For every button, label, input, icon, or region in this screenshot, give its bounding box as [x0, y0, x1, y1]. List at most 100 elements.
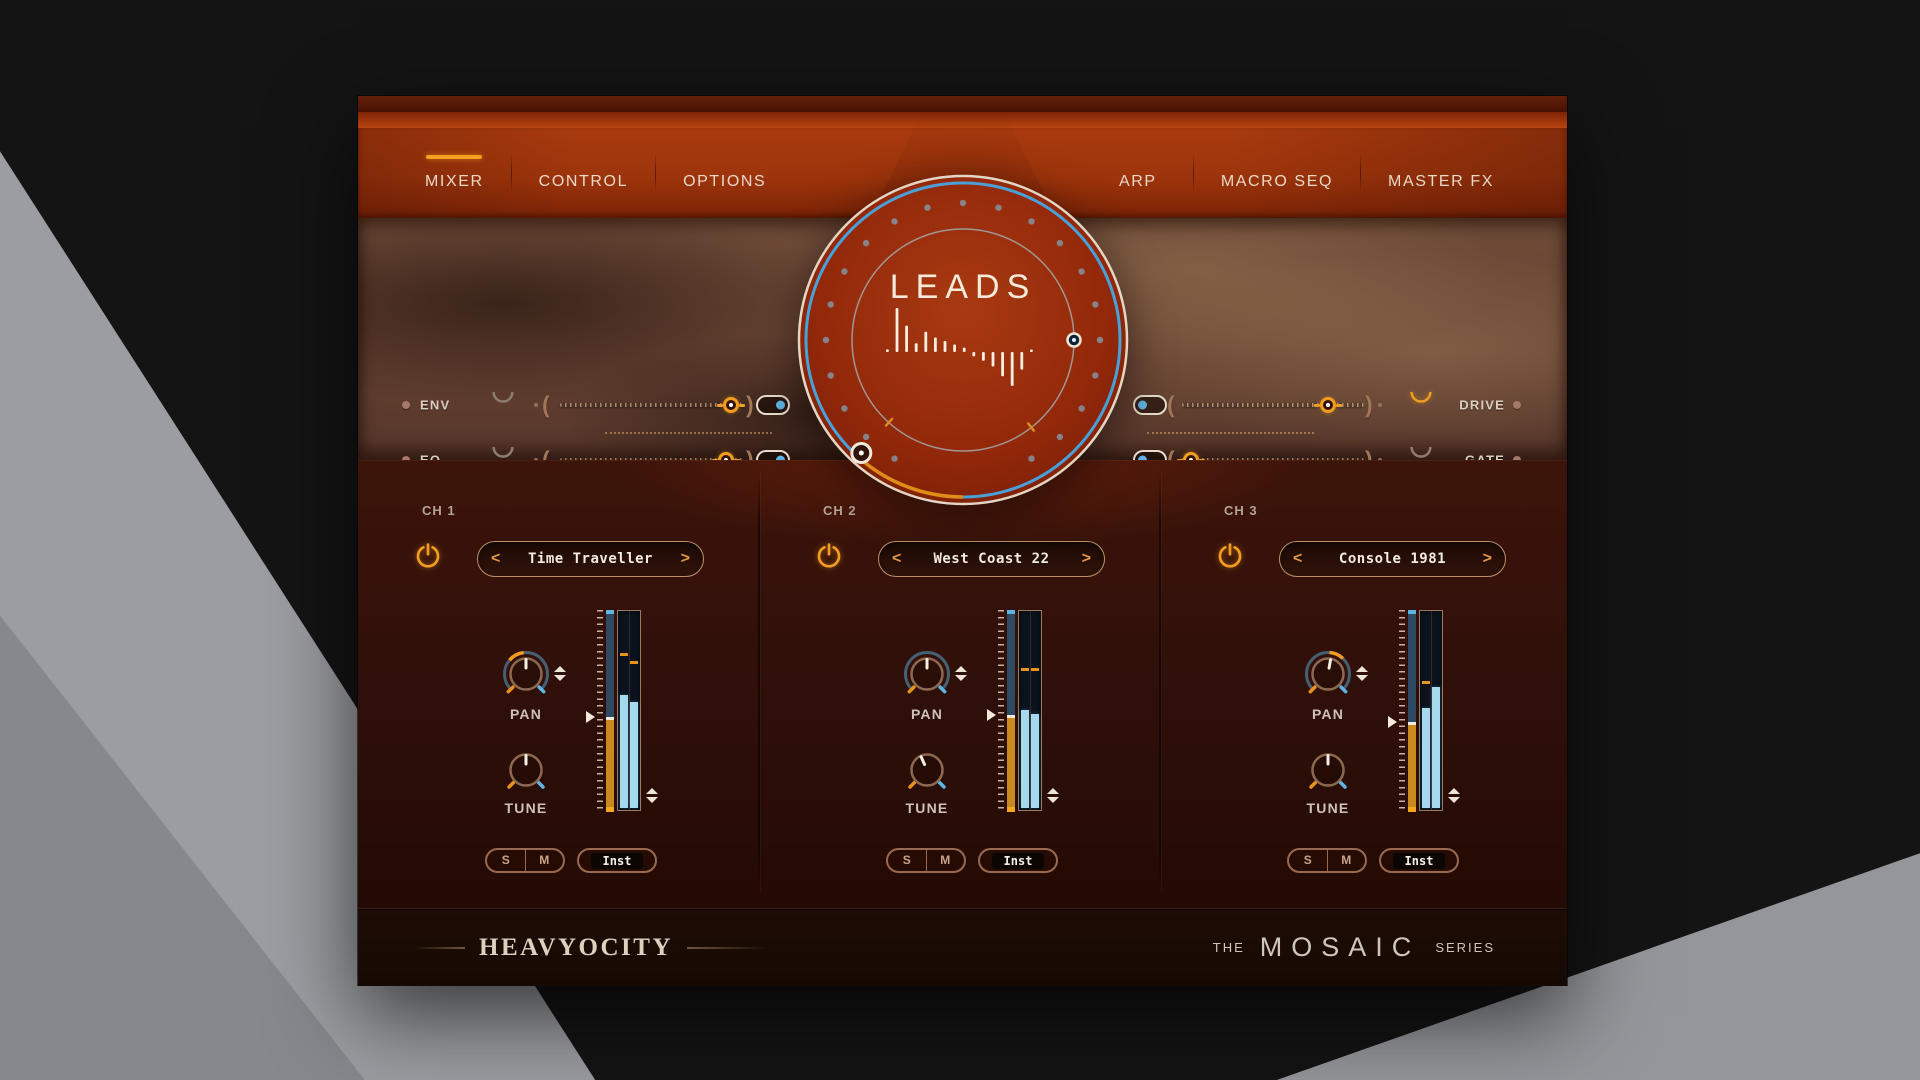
channel-3-tune-label: TUNE: [1306, 800, 1350, 816]
meter-bar-right: [630, 702, 638, 808]
channel-3-solo-button[interactable]: S: [1289, 850, 1328, 871]
channel-1-mute-button[interactable]: M: [526, 850, 564, 871]
channel-2-pan-stepper[interactable]: [955, 666, 967, 681]
meter-peak-left: [1422, 681, 1430, 684]
waveform-bar: [962, 347, 966, 352]
series-logo: THE MOSAIC SERIES: [1213, 909, 1495, 986]
fx-indicator-dot-drive: [1513, 401, 1521, 409]
fx-row-label-drive: DRIVE: [1459, 397, 1505, 413]
channel-2-volume-fader[interactable]: [1007, 610, 1015, 812]
waveform-bar: [895, 308, 899, 352]
waveform-bar: [1020, 352, 1024, 370]
fx-dotted-separator: [605, 432, 772, 434]
fx-slider-handle-drive[interactable]: [1313, 397, 1342, 413]
waveform-bar: [991, 352, 995, 367]
channel-1-preset-next-arrow[interactable]: >: [668, 550, 703, 568]
channel-2-mute-button[interactable]: M: [927, 850, 965, 871]
meter-bar-right: [1432, 687, 1440, 808]
fader-upper-track: [1007, 614, 1015, 715]
fx-power-drive[interactable]: [1408, 392, 1434, 418]
waveform-bar: [934, 337, 937, 352]
nav-left-group: MIXER CONTROL OPTIONS: [398, 128, 793, 218]
channel-2-meter-stepper[interactable]: [1047, 788, 1059, 803]
fader-upper-track: [606, 614, 614, 717]
channel-3-mute-button[interactable]: M: [1328, 850, 1366, 871]
channel-1-pan-stepper[interactable]: [554, 666, 566, 681]
channel-2: CH 2 < West Coast 22 > PAN TUNE S M Inst: [759, 460, 1160, 908]
channel-2-preset-next-arrow[interactable]: >: [1069, 550, 1104, 568]
waveform-bar: [1010, 352, 1014, 386]
channel-3-preset-name: Console 1981: [1338, 551, 1447, 567]
channel-1-meter-stepper[interactable]: [646, 788, 658, 803]
channel-2-source-label: Inst: [991, 852, 1045, 869]
channel-3-pan-stepper[interactable]: [1356, 666, 1368, 681]
channel-3-power-button[interactable]: [1216, 542, 1244, 570]
channel-2-solo-mute-group: SM: [886, 848, 966, 873]
waveform-bar: [943, 341, 947, 352]
series-prefix: THE: [1212, 940, 1245, 955]
brand-logo: HEAVYOCITY: [413, 909, 768, 986]
channel-3-preset-next-arrow[interactable]: >: [1470, 550, 1505, 568]
channel-3-label: CH 3: [1224, 503, 1258, 518]
nav-tab-mixer[interactable]: MIXER: [398, 155, 511, 191]
channel-3-pan-knob[interactable]: [1300, 646, 1356, 702]
channel-2-level-meter: [1018, 610, 1042, 811]
channel-3-volume-fader[interactable]: [1408, 610, 1416, 812]
channel-2-power-button[interactable]: [815, 542, 843, 570]
footer: HEAVYOCITY THE MOSAIC SERIES: [358, 908, 1567, 986]
channel-1-source-button[interactable]: Inst: [577, 848, 657, 873]
nav-active-underline: [555, 155, 611, 159]
channel-3-preset-selector[interactable]: < Console 1981 >: [1279, 541, 1506, 577]
fx-toggle-drive[interactable]: [1133, 395, 1167, 415]
channel-2-solo-button[interactable]: S: [888, 850, 927, 871]
channel-2-tune-knob[interactable]: [899, 742, 955, 798]
channel-2-preset-prev-arrow[interactable]: <: [879, 550, 914, 568]
brand-deco-line-left: [413, 946, 465, 949]
channel-1-preset-selector[interactable]: < Time Traveller >: [477, 541, 704, 577]
channel-2-preset-selector[interactable]: < West Coast 22 >: [878, 541, 1105, 577]
series-suffix: SERIES: [1435, 940, 1495, 955]
meter-bar-left: [1422, 708, 1430, 808]
waveform-bar: [924, 331, 928, 352]
nav-tab-label: MACRO SEQ: [1220, 173, 1334, 190]
channel-3-meter-stepper[interactable]: [1448, 788, 1460, 803]
nav-tab-options[interactable]: OPTIONS: [656, 155, 793, 191]
channel-1-tune-knob[interactable]: [498, 742, 554, 798]
nav-tab-control[interactable]: CONTROL: [512, 155, 655, 191]
nav-tab-macro-seq[interactable]: MACRO SEQ: [1194, 155, 1360, 191]
channel-1-label: CH 1: [422, 503, 456, 518]
channel-1-volume-fader[interactable]: [606, 610, 614, 812]
nav-tab-master-fx[interactable]: MASTER FX: [1361, 155, 1521, 191]
channel-1-power-button[interactable]: [414, 542, 442, 570]
channel-1-fader-ruler: [597, 610, 603, 812]
fx-track-end-dot: [1378, 403, 1382, 407]
nav-right-group: ARP MACRO SEQ MASTER FX: [1083, 128, 1521, 218]
waveform-bar: [914, 343, 918, 352]
channel-3-tune-knob[interactable]: [1300, 742, 1356, 798]
channel-3-fader-ruler: [1399, 610, 1405, 812]
channel-1-pan-knob[interactable]: [498, 646, 554, 702]
waveform-bar: [905, 325, 908, 352]
meter-peak-left: [620, 653, 628, 656]
channel-1-preset-name: Time Traveller: [527, 551, 653, 567]
master-instrument-knob[interactable]: LEADS: [793, 170, 1133, 510]
fader-upper-track: [1408, 614, 1416, 722]
channel-2-fader-position-arrow: [987, 709, 996, 721]
nav-active-underline: [1249, 155, 1305, 159]
channel-1-solo-button[interactable]: S: [487, 850, 526, 871]
channel-3-preset-prev-arrow[interactable]: <: [1280, 550, 1315, 568]
fx-slider-drive[interactable]: [1182, 397, 1364, 413]
channel-2-pan-knob[interactable]: [899, 646, 955, 702]
channel-2-fader-ruler: [998, 610, 1004, 812]
fx-dotted-separator: [1147, 432, 1314, 434]
nav-tab-label: MASTER FX: [1388, 173, 1494, 190]
channel-2-preset-name: West Coast 22: [933, 551, 1050, 567]
channel-1-preset-prev-arrow[interactable]: <: [478, 550, 513, 568]
channel-2-source-button[interactable]: Inst: [978, 848, 1058, 873]
channel-1: CH 1 < Time Traveller > PAN TUNE S M Inst: [358, 460, 759, 908]
channel-3: CH 3 < Console 1981 > PAN TUNE S M Inst: [1160, 460, 1561, 908]
channel-3-source-button[interactable]: Inst: [1379, 848, 1459, 873]
channel-3-level-meter: [1419, 610, 1443, 811]
channel-2-tune-label: TUNE: [905, 800, 949, 816]
desktop: MIXER CONTROL OPTIONS ARP MACRO SEQ MASTER F…: [0, 0, 1920, 1080]
